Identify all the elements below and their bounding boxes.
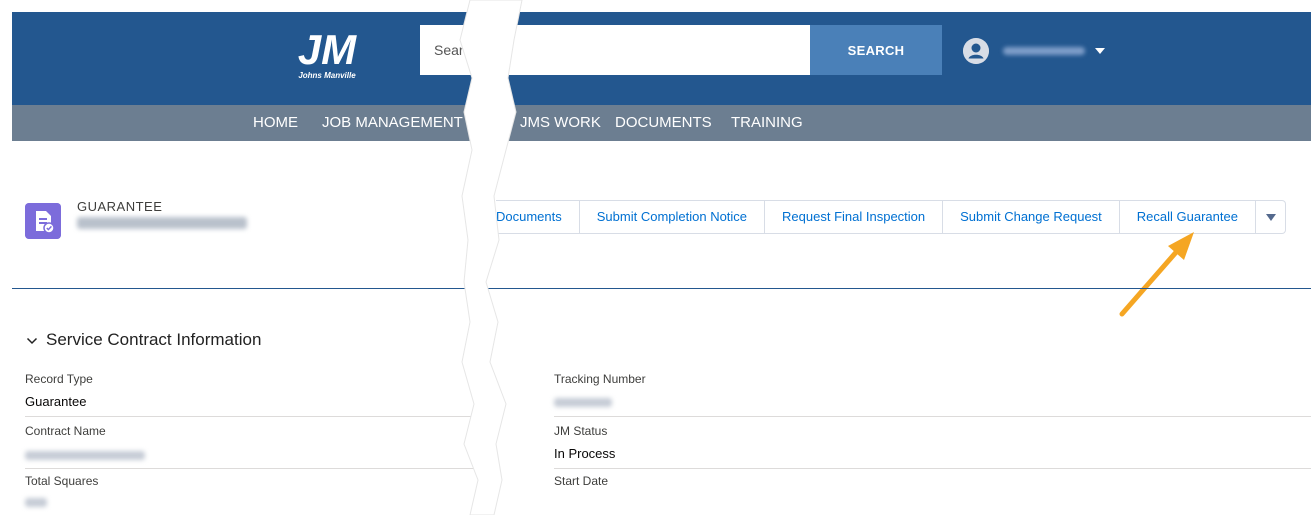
field-label-start-date: Start Date [554,474,609,488]
logo-subtitle: Johns Manville [298,71,356,80]
chevron-down-icon[interactable] [26,335,38,347]
field-value-total-squares-redacted [25,498,47,507]
annotation-arrow-icon [1119,232,1194,317]
nav-item-training[interactable]: TRAINING [731,105,803,141]
field-label-tracking-number: Tracking Number [554,372,646,386]
chevron-down-icon[interactable] [1095,48,1105,54]
submit-change-request-button[interactable]: Submit Change Request [942,201,1119,233]
site-header: JM Johns Manville SEARCH [12,12,1311,105]
search-button[interactable]: SEARCH [810,25,942,75]
documents-button[interactable]: Documents [496,201,579,233]
field-label-contract-name: Contract Name [25,424,106,438]
logo-text: JM [298,26,357,73]
field-value-tracking-number-redacted [554,398,612,407]
user-avatar-icon[interactable] [963,38,989,64]
user-name-redacted [1003,47,1085,55]
field-divider [25,416,491,417]
nav-item-job-management[interactable]: JOB MANAGEMENT [322,105,463,141]
field-divider [25,468,491,469]
record-title-redacted [77,217,247,229]
field-value-contract-name-redacted [25,451,145,460]
main-nav: HOME JOB MANAGEMENT JMS WORK DOCUMENTS T… [12,105,1311,141]
submit-completion-notice-button[interactable]: Submit Completion Notice [578,201,765,233]
request-final-inspection-button[interactable]: Request Final Inspection [764,201,943,233]
field-label-jm-status: JM Status [554,424,608,438]
chevron-down-icon [1265,214,1276,221]
guarantee-record-icon [25,203,61,239]
section-title[interactable]: Service Contract Information [46,330,261,350]
search-input[interactable] [420,25,810,75]
field-divider [554,416,1311,417]
field-label-total-squares: Total Squares [25,474,99,488]
field-value-jm-status: In Process [554,446,616,461]
more-actions-button[interactable] [1254,201,1285,233]
nav-item-documents[interactable]: DOCUMENTS [615,105,712,141]
header-divider [12,288,1311,289]
johns-manville-logo[interactable]: JM Johns Manville [282,26,372,84]
field-value-record-type: Guarantee [25,394,87,409]
user-menu[interactable] [963,38,1105,64]
nav-item-jms-work[interactable]: JMS WORK [520,105,601,141]
nav-item-home[interactable]: HOME [253,105,298,141]
field-divider [554,468,1311,469]
record-type-label: GUARANTEE [77,199,163,214]
field-label-record-type: Record Type [25,372,93,386]
